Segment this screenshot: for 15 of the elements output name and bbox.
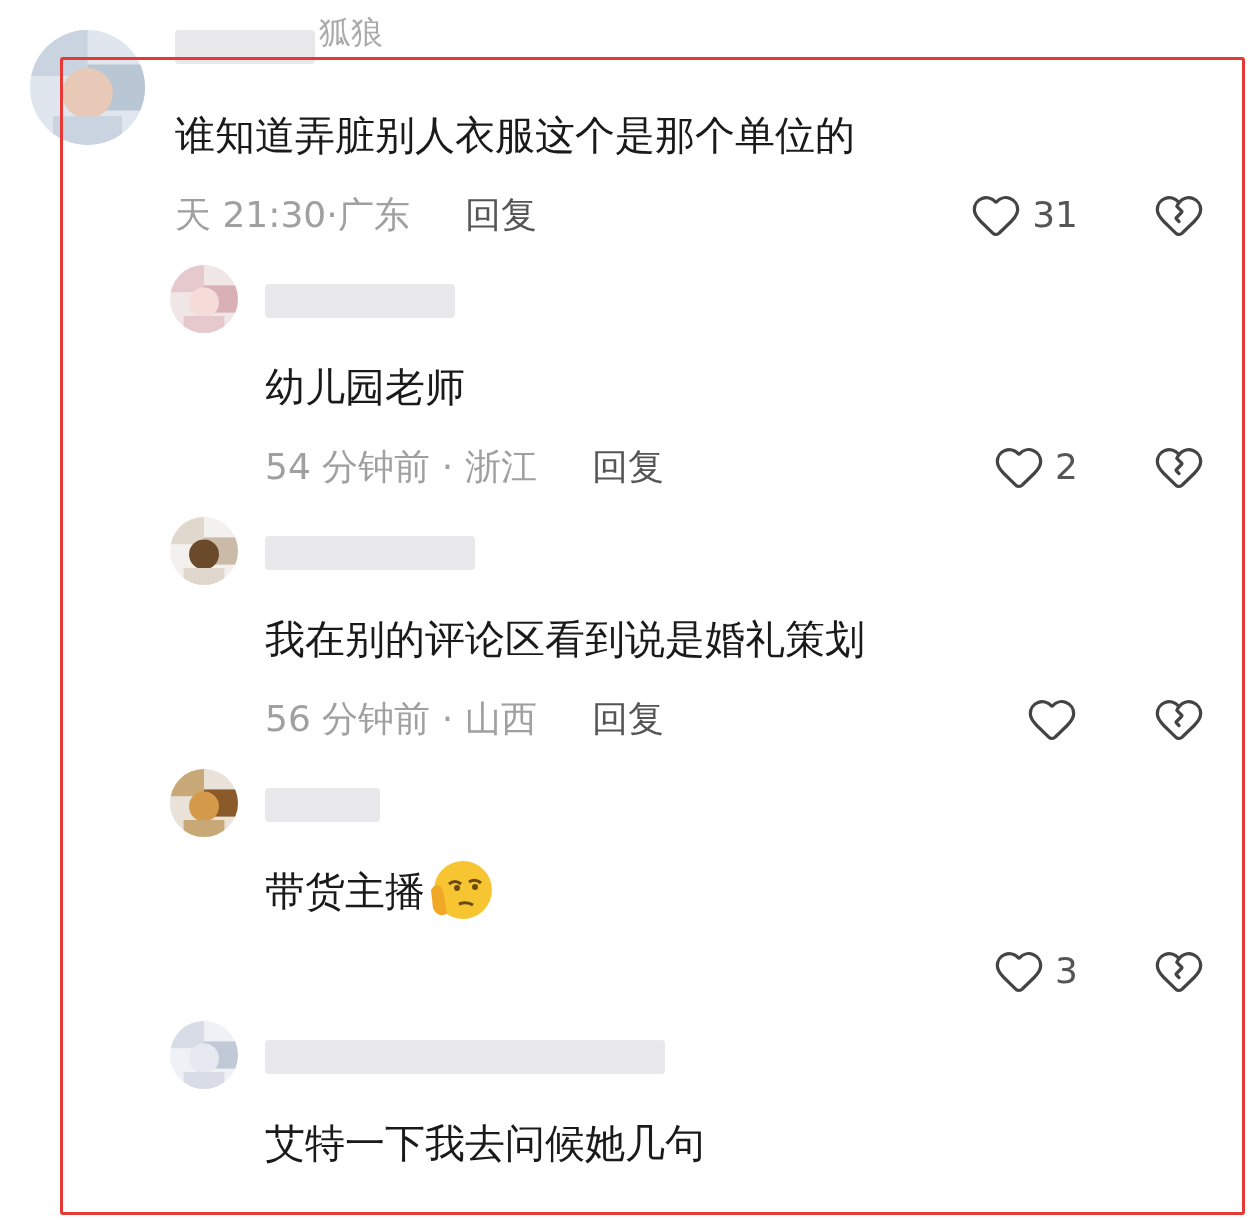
timestamp-location: 56 分钟前 · 山西 [265,697,537,741]
timestamp-location: 天 21:30·广东 [175,193,410,237]
like-button[interactable]: 31 [970,188,1078,242]
like-button[interactable]: 3 [993,944,1078,998]
reply-link[interactable]: 回复 [591,440,664,494]
comment-text: 我在别的评论区看到说是婚礼策划 [265,615,865,664]
like-button[interactable]: 2 [993,440,1078,494]
timestamp-location: 54 分钟前 · 浙江 [265,445,537,489]
comment-text: 艾特一下我去问候她几句 [265,1119,705,1168]
comment-text: 带货主播 [265,867,425,916]
reply-link[interactable]: 回复 [591,692,664,746]
comment-text: 幼儿园老师 [265,363,465,412]
comment-text: 谁知道弄脏别人衣服这个是那个单位的 [175,111,855,160]
reply-link[interactable]: 回复 [464,188,537,242]
username: 狐狼 [319,12,383,52]
